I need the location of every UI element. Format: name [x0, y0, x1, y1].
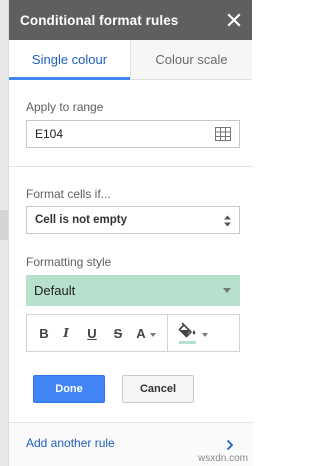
done-button[interactable]: Done: [33, 375, 105, 403]
strikethrough-button[interactable]: S: [105, 315, 131, 351]
watermark: wsxdn.com: [197, 453, 248, 464]
tab-colour-scale-label: Colour scale: [155, 52, 228, 67]
italic-button[interactable]: I: [53, 315, 79, 351]
format-toolbar: B I U S A: [26, 314, 240, 352]
apply-range-label: Apply to range: [26, 100, 104, 114]
paint-bucket-icon: [178, 322, 198, 344]
text-color-icon: A: [136, 325, 146, 341]
grid-icon[interactable]: [215, 127, 231, 144]
add-another-rule-link[interactable]: Add another rule: [26, 436, 115, 450]
style-value: Default: [34, 283, 76, 298]
tab-single-colour[interactable]: Single colour: [9, 40, 130, 80]
panel-title: Conditional format rules: [20, 12, 179, 28]
condition-select[interactable]: Cell is not empty: [26, 206, 240, 234]
strikethrough-icon: S: [113, 325, 123, 341]
italic-icon: I: [63, 326, 69, 340]
range-value: E104: [35, 127, 64, 141]
formatting-style-select[interactable]: Default: [26, 275, 240, 306]
tab-colour-scale[interactable]: Colour scale: [130, 40, 252, 79]
fill-color-swatch: [179, 341, 196, 344]
underline-button[interactable]: U: [79, 315, 105, 351]
text-color-dropdown-icon: [149, 333, 156, 337]
sheet-edge: [0, 0, 8, 466]
updown-arrow-icon: [223, 214, 232, 231]
cancel-button[interactable]: Cancel: [122, 375, 194, 403]
fill-color-dropdown-icon: [202, 333, 208, 337]
formatting-style-label: Formatting style: [26, 255, 112, 269]
bold-icon: B: [39, 325, 49, 341]
sheet-row-marker: [0, 210, 8, 240]
conditional-format-panel: Conditional format rules Single colour C…: [8, 0, 253, 466]
section-divider: [9, 166, 253, 167]
underline-icon: U: [87, 325, 97, 341]
rule-tabs: Single colour Colour scale: [9, 40, 252, 80]
bold-button[interactable]: B: [27, 315, 53, 351]
text-color-button[interactable]: A: [131, 315, 161, 351]
panel-header: Conditional format rules: [9, 0, 252, 40]
close-icon[interactable]: [226, 12, 242, 28]
fill-color-button[interactable]: [168, 315, 214, 351]
format-cells-label: Format cells if...: [26, 187, 111, 201]
condition-value: Cell is not empty: [35, 214, 128, 226]
range-input[interactable]: E104: [26, 120, 240, 148]
dropdown-arrow-icon: [223, 288, 231, 293]
tab-single-colour-label: Single colour: [31, 52, 108, 67]
